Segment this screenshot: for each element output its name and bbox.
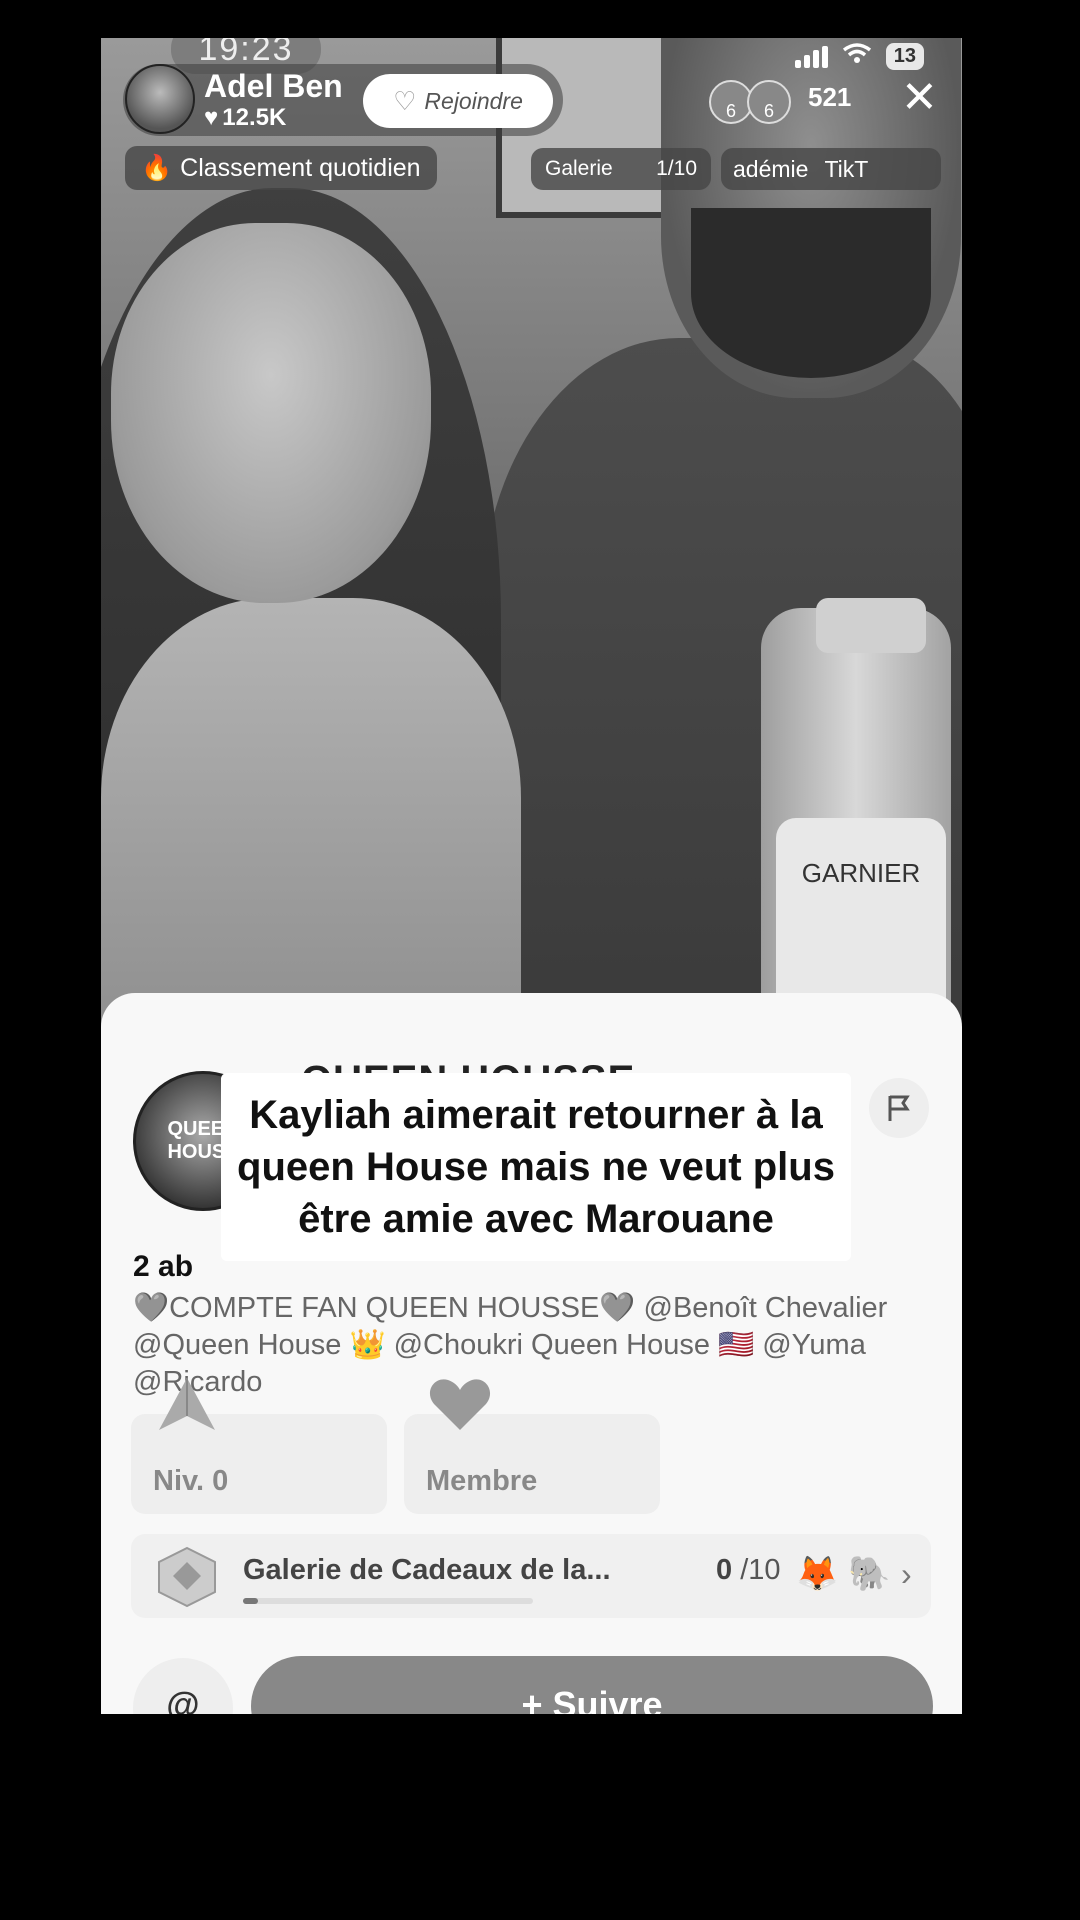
gift-gallery-title: Galerie de Cadeaux de la... <box>243 1554 611 1586</box>
top-viewers[interactable]: 6 6 <box>709 80 791 124</box>
member-label: Membre <box>426 1465 538 1497</box>
paper-plane-icon <box>159 1378 215 1430</box>
viewer-count[interactable]: 521 <box>808 82 851 113</box>
heart-icon: ♥ <box>204 104 219 131</box>
heart-icon <box>429 1379 491 1430</box>
host-avatar[interactable] <box>125 64 195 134</box>
level-label: Niv. 0 <box>153 1465 229 1497</box>
chevron-right-icon: › <box>901 1556 912 1592</box>
report-flag-button[interactable] <box>869 1078 929 1138</box>
gift-thumb-icon: 🐘 <box>848 1555 891 1593</box>
flame-icon: 🔥 <box>141 153 173 182</box>
diamond-gallery-icon <box>158 1546 216 1608</box>
gift-progress-fill <box>243 1598 258 1604</box>
join-button-label: Rejoindre <box>424 87 523 114</box>
gallery-pill[interactable]: Galerie 1/10 <box>531 148 711 190</box>
gift-gallery-row[interactable]: Galerie de Cadeaux de la... 0 /10 🦊 🐘 › <box>131 1534 931 1618</box>
host-likes-count: 12.5K <box>222 104 287 131</box>
person-left-face <box>111 223 431 603</box>
ticker-banner[interactable]: adémie TikT <box>721 148 941 190</box>
daily-ranking-pill[interactable]: 🔥 Classement quotidien <box>125 146 437 190</box>
heart-plus-icon: ♡ <box>393 85 417 116</box>
member-card[interactable]: Membre <box>404 1379 660 1514</box>
host-name[interactable]: Adel Ben <box>204 68 343 105</box>
battery-icon: 13 <box>885 43 924 70</box>
caption-overlay: Kayliah aimerait retourner à la queen Ho… <box>221 1073 851 1261</box>
gift-count-value: 0 <box>716 1554 733 1586</box>
gift-progress-bar <box>243 1598 533 1604</box>
gift-count: 0 /10 <box>716 1554 781 1587</box>
flag-icon <box>888 1095 910 1121</box>
level-card[interactable]: Niv. 0 <box>131 1378 387 1514</box>
gift-thumbnails: 🦊 🐘 <box>796 1554 891 1594</box>
ticker-item: adémie <box>733 155 809 182</box>
live-screen: GARNIER 19:23 13 Adel Ben ♥ 12.5K ♡ Rejo… <box>101 38 962 1714</box>
host-likes: ♥ 12.5K <box>204 104 286 132</box>
viewer-avatar[interactable]: 6 <box>747 80 791 124</box>
gift-count-total: /10 <box>740 1554 781 1586</box>
status-icons: 13 <box>794 42 924 71</box>
gallery-label: Galerie <box>545 157 613 180</box>
ticker-item: TikT <box>824 155 869 182</box>
wifi-icon <box>842 42 872 71</box>
signal-icon <box>794 45 828 68</box>
ranking-label: Classement quotidien <box>180 153 421 182</box>
bottle-cap <box>816 598 926 653</box>
club-bio: 🩶COMPTE FAN QUEEN HOUSSE🩶 @Benoît Cheval… <box>133 1292 888 1398</box>
person-right-beard <box>691 208 931 378</box>
close-icon[interactable]: ✕ <box>901 76 938 120</box>
gallery-count: 1/10 <box>656 157 697 180</box>
follow-button[interactable]: + Suivre <box>251 1656 933 1714</box>
join-button[interactable]: ♡ Rejoindre <box>363 74 553 128</box>
gift-thumb-icon: 🦊 <box>796 1555 839 1593</box>
subscriber-count: 2 ab <box>133 1250 194 1283</box>
